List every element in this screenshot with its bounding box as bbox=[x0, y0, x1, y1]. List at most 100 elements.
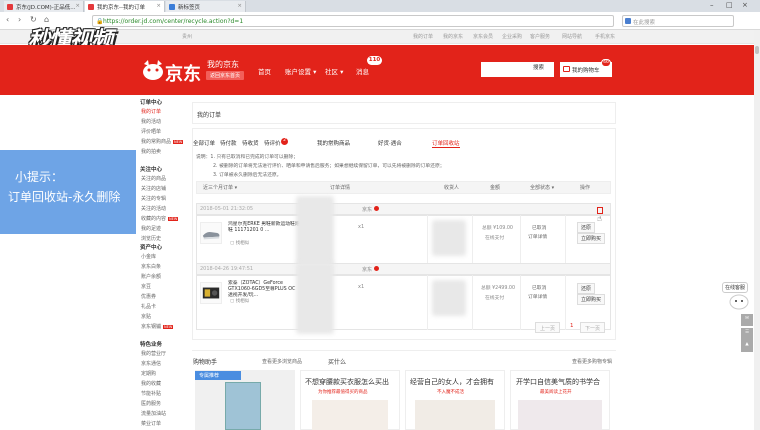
product-name[interactable]: 索泰（ZOTAC）GeForce GTX1060-6GD5至尊PLUS OC 透… bbox=[228, 281, 300, 299]
feedback-icon[interactable]: ✉ bbox=[741, 314, 753, 326]
current-page[interactable]: 1 bbox=[570, 323, 574, 329]
sidebar-item[interactable]: 浏览历史 bbox=[141, 235, 161, 242]
toplink-vip[interactable]: 京东会员 bbox=[473, 33, 493, 40]
browser-tab[interactable]: 新标签页 × bbox=[166, 1, 246, 12]
url-input[interactable]: 🔒 https://order.jd.com/center/recycle.act… bbox=[92, 15, 614, 27]
sidebar-item[interactable]: 京东通信 bbox=[141, 360, 161, 367]
prev-page-button[interactable]: 上一页 bbox=[535, 322, 561, 333]
close-tab-icon[interactable]: × bbox=[156, 3, 161, 9]
order-shop[interactable]: 京东 bbox=[362, 206, 372, 213]
sidebar-item[interactable]: 账户余额 bbox=[141, 273, 161, 280]
sidebar-item[interactable]: 评价晒单 bbox=[141, 128, 161, 135]
sidebar-item[interactable]: 关注的商品 bbox=[141, 175, 166, 182]
sidebar-item[interactable]: 节能补贴 bbox=[141, 390, 161, 397]
jd-search-button[interactable]: 搜索 bbox=[533, 63, 544, 71]
buy-now-button[interactable]: 立即购买 bbox=[577, 294, 606, 305]
nav-account-settings[interactable]: 账户设置 ▾ bbox=[285, 66, 316, 76]
buy-now-button[interactable]: 立即购买 bbox=[577, 233, 606, 244]
sidebar-item[interactable]: 优惠券 bbox=[141, 293, 156, 300]
sidebar-item[interactable]: 流量加油站 bbox=[141, 410, 166, 417]
find-similar-link[interactable]: ▢ 找相似 bbox=[230, 240, 249, 246]
book-cover-image[interactable] bbox=[225, 382, 261, 430]
close-tab-icon[interactable]: × bbox=[75, 3, 80, 9]
nav-messages[interactable]: 消息 bbox=[356, 66, 369, 76]
find-similar-link[interactable]: ▢ 找相似 bbox=[230, 298, 249, 304]
sidebar-item[interactable]: 菜业订单 bbox=[141, 420, 161, 427]
browser-search-input[interactable]: 在此搜索 bbox=[622, 15, 734, 27]
sidebar-item[interactable]: 我的拍卖 bbox=[141, 148, 161, 155]
survey-icon[interactable]: ☰ bbox=[741, 328, 753, 340]
sidebar-item[interactable]: 小金库 bbox=[141, 253, 156, 260]
chat-icon[interactable] bbox=[374, 266, 379, 271]
toplink-myjd[interactable]: 我的京东 bbox=[443, 33, 463, 40]
restore-button[interactable]: 还原 bbox=[577, 283, 596, 294]
tab-pending-review[interactable]: 待评价 bbox=[264, 139, 281, 147]
sidebar-item[interactable]: 京豆 bbox=[141, 283, 151, 290]
toplink-sitenav[interactable]: 网站导航 bbox=[562, 33, 582, 40]
order-shop[interactable]: 京东 bbox=[362, 266, 372, 273]
sidebar-item-my-orders[interactable]: 我的订单 bbox=[141, 108, 161, 115]
restore-button[interactable]: 还原 bbox=[577, 222, 596, 233]
sidebar-item[interactable]: 定期购 bbox=[141, 370, 156, 377]
tab-good-goods[interactable]: 好货·遇合 bbox=[378, 139, 402, 147]
sidebar-item[interactable]: 我的活动 bbox=[141, 118, 161, 125]
sidebar-item[interactable]: 关注的活动 bbox=[141, 205, 166, 212]
sidebar-item[interactable]: 京贴 bbox=[141, 313, 151, 320]
jd-logo[interactable]: 京东 bbox=[165, 60, 201, 86]
more-albums-link[interactable]: 查看更多购物专辑 bbox=[572, 358, 612, 365]
scrollbar[interactable] bbox=[754, 30, 760, 430]
sidebar-item[interactable]: 关注的店铺 bbox=[141, 185, 166, 192]
tab-pending-payment[interactable]: 待付款 bbox=[220, 139, 237, 147]
sidebar-item[interactable]: 医药服务 bbox=[141, 400, 161, 407]
toplink-service[interactable]: 客户服务 bbox=[530, 33, 550, 40]
jd-mascot-icon[interactable] bbox=[728, 290, 750, 310]
nav-home[interactable]: 首页 bbox=[258, 66, 271, 76]
url-text: https://order.jd.com/center/recycle.acti… bbox=[103, 18, 244, 25]
delete-trash-icon[interactable] bbox=[597, 207, 603, 214]
sidebar-item[interactable]: 我的常购商品 NEW bbox=[141, 138, 184, 145]
maximize-icon[interactable]: □ bbox=[726, 1, 733, 9]
minimize-icon[interactable]: – bbox=[710, 1, 714, 9]
album-subtitle: 为你推荐最值得买的商品 bbox=[318, 390, 368, 395]
helper-title: 购物助手 bbox=[193, 359, 218, 366]
sidebar-item[interactable]: 礼品卡 bbox=[141, 303, 156, 310]
browser-tab[interactable]: 京东(JD.COM)-正品低... × bbox=[4, 1, 84, 12]
toplink-enterprise[interactable]: 企业采购 bbox=[502, 33, 522, 40]
sidebar-item[interactable]: 关注的专辑 bbox=[141, 195, 166, 202]
tab-order-recycle-bin[interactable]: 订单回收站 bbox=[432, 139, 460, 148]
sidebar-item-label: 关注的活动 bbox=[141, 206, 167, 212]
chat-icon[interactable] bbox=[374, 206, 379, 211]
order-detail-link[interactable]: 订单详情 bbox=[528, 293, 547, 300]
browser-tab[interactable]: 我的京东--我的订单 × bbox=[85, 1, 165, 12]
tab-all-orders[interactable]: 全部订单 bbox=[193, 139, 215, 147]
back-to-top-icon[interactable]: ▲ bbox=[741, 340, 753, 352]
sidebar-item[interactable]: 收藏的内容 NEW bbox=[141, 215, 179, 222]
sidebar-item[interactable]: 京东钢镚 NEW bbox=[141, 323, 174, 330]
column-status-select[interactable]: 全部状态 ▾ bbox=[530, 184, 554, 191]
nav-community[interactable]: 社区 ▾ bbox=[325, 66, 343, 76]
location-label[interactable]: 贵州 bbox=[182, 33, 192, 40]
order-detail-link[interactable]: 订单详情 bbox=[528, 233, 547, 240]
sidebar-item[interactable]: 我的营业厅 bbox=[141, 350, 166, 357]
scrollbar-thumb[interactable] bbox=[755, 46, 759, 54]
forward-icon[interactable]: › bbox=[18, 15, 21, 24]
close-tab-icon[interactable]: × bbox=[237, 3, 242, 9]
sidebar-item[interactable]: 京东白条 bbox=[141, 263, 161, 270]
close-window-icon[interactable]: × bbox=[742, 1, 748, 9]
sidebar-item[interactable]: 我的足迹 bbox=[141, 225, 161, 232]
product-thumbnail[interactable] bbox=[200, 282, 222, 304]
more-browsed-link[interactable]: 查看更多浏览商品 bbox=[262, 358, 302, 365]
column-divider bbox=[520, 215, 521, 270]
sidebar-item[interactable]: 我的收藏 bbox=[141, 380, 161, 387]
tab-pending-receipt[interactable]: 待收货 bbox=[242, 139, 259, 147]
back-to-home-button[interactable]: 返回京东首页 bbox=[206, 71, 244, 80]
my-jd-title[interactable]: 我的京东 bbox=[207, 59, 239, 70]
column-period-select[interactable]: 近三个月订单 ▾ bbox=[203, 184, 237, 191]
product-name[interactable]: 鸿星尔克ERKE 男鞋新款运动鞋跑鞋 11171201 0 ... bbox=[228, 222, 300, 234]
product-thumbnail[interactable] bbox=[200, 222, 222, 244]
toplink-orders[interactable]: 我的订单 bbox=[413, 33, 433, 40]
next-page-button[interactable]: 下一页 bbox=[580, 322, 606, 333]
tab-frequent-products[interactable]: 我的常购商品 bbox=[317, 139, 350, 147]
toplink-mobile[interactable]: 手机京东 bbox=[595, 33, 615, 40]
back-icon[interactable]: ‹ bbox=[6, 15, 9, 24]
